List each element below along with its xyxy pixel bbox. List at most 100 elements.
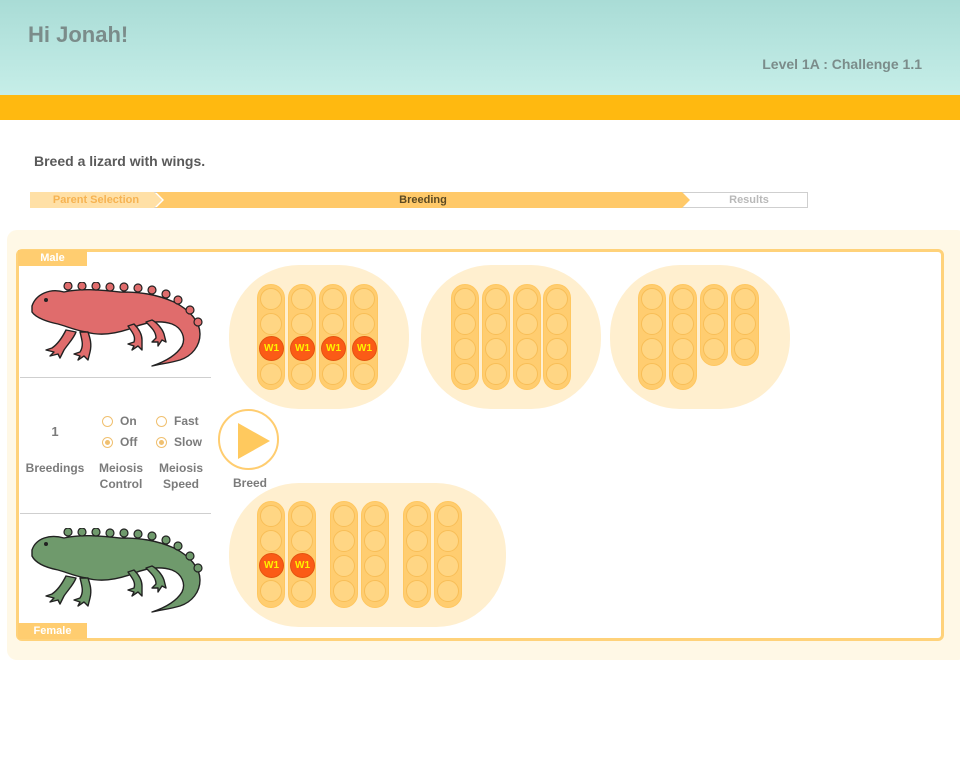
chromosome[interactable]	[513, 284, 541, 390]
chromosome[interactable]	[731, 284, 759, 366]
chromosome[interactable]	[482, 284, 510, 390]
divider-top	[20, 377, 211, 378]
allele-w1[interactable]: W1	[259, 336, 284, 361]
gene-slot	[364, 530, 386, 552]
allele-w1[interactable]: W1	[290, 336, 315, 361]
chromosome[interactable]: W1	[257, 501, 285, 608]
challenge-instruction: Breed a lizard with wings.	[34, 153, 206, 169]
female-tag: Female	[18, 623, 87, 639]
gene-slot	[641, 288, 663, 310]
gene-slot	[353, 288, 375, 310]
gene-slot	[322, 363, 344, 385]
gene-slot	[516, 288, 538, 310]
gene-slot	[485, 338, 507, 360]
breedings-label: Breedings	[25, 461, 85, 475]
meiosis-speed-fast-radio[interactable]	[156, 416, 167, 427]
gene-slot	[454, 288, 476, 310]
gene-slot	[703, 288, 725, 310]
gene-slot	[333, 530, 355, 552]
gene-slot	[734, 338, 756, 360]
gene-slot	[260, 363, 282, 385]
gene-slot	[485, 313, 507, 335]
gene-slot	[454, 313, 476, 335]
gene-slot	[333, 580, 355, 602]
gene-slot	[260, 580, 282, 602]
gene-slot	[734, 288, 756, 310]
meiosis-speed-label-line1: Meiosis	[158, 461, 203, 475]
meiosis-control-label-line1: Meiosis	[98, 461, 143, 475]
gene-slot	[406, 530, 428, 552]
chromosome[interactable]: W1	[350, 284, 378, 390]
meiosis-control-on-label[interactable]: On	[120, 414, 137, 428]
meiosis-speed-label-line2: Speed	[162, 477, 199, 491]
gene-slot	[406, 505, 428, 527]
chromosome[interactable]	[330, 501, 358, 608]
chromosome[interactable]	[403, 501, 431, 608]
gene-slot	[454, 363, 476, 385]
gene-slot	[406, 555, 428, 577]
chromosome[interactable]	[361, 501, 389, 608]
gene-slot	[641, 313, 663, 335]
male-chromosome-pair-3	[610, 265, 790, 409]
female-chromosome-cell: W1 W1	[229, 483, 506, 627]
gene-slot	[454, 338, 476, 360]
gene-slot	[322, 313, 344, 335]
allele-w1[interactable]: W1	[259, 553, 284, 578]
gene-slot	[437, 530, 459, 552]
header-bar: Hi Jonah! Level 1A : Challenge 1.1	[0, 0, 960, 95]
gene-slot	[333, 505, 355, 527]
breed-button[interactable]	[218, 409, 279, 470]
meiosis-speed-slow-radio[interactable]	[156, 437, 167, 448]
gene-slot	[485, 288, 507, 310]
greeting-text: Hi Jonah!	[28, 22, 129, 47]
chromosome[interactable]	[451, 284, 479, 390]
step-parent-selection[interactable]: Parent Selection	[30, 192, 162, 208]
gene-slot	[516, 338, 538, 360]
meiosis-control-off-radio[interactable]	[102, 437, 113, 448]
gene-slot	[703, 313, 725, 335]
female-lizard-image[interactable]	[28, 528, 206, 616]
allele-w1[interactable]: W1	[290, 553, 315, 578]
chromosome[interactable]: W1	[288, 501, 316, 608]
gene-slot	[672, 313, 694, 335]
male-lizard-image[interactable]	[28, 282, 206, 370]
allele-w1[interactable]: W1	[352, 336, 377, 361]
gene-slot	[291, 363, 313, 385]
gene-slot	[672, 363, 694, 385]
gene-slot	[291, 313, 313, 335]
progress-steps: Breeding Parent Selection Results	[30, 192, 808, 208]
gene-slot	[703, 338, 725, 360]
step-breeding: Breeding	[156, 192, 690, 208]
male-chromosome-pair-1: W1 W1 W1 W1	[229, 265, 409, 409]
chromosome[interactable]	[434, 501, 462, 608]
chromosome[interactable]	[638, 284, 666, 390]
chromosome[interactable]	[543, 284, 571, 390]
gene-slot	[437, 555, 459, 577]
allele-w1[interactable]: W1	[321, 336, 346, 361]
gene-slot	[353, 363, 375, 385]
gene-slot	[437, 505, 459, 527]
chromosome[interactable]	[669, 284, 697, 390]
meiosis-control-off-label[interactable]: Off	[120, 435, 137, 449]
chromosome[interactable]	[700, 284, 728, 366]
play-icon	[238, 423, 270, 459]
step-results: Results	[729, 194, 769, 206]
chromosome[interactable]: W1	[288, 284, 316, 390]
meiosis-speed-label: Meiosis Speed	[152, 460, 210, 492]
gene-slot	[291, 580, 313, 602]
gene-slot	[364, 505, 386, 527]
gene-slot	[516, 363, 538, 385]
gene-slot	[546, 313, 568, 335]
gene-slot	[364, 555, 386, 577]
gene-slot	[291, 505, 313, 527]
gene-slot	[672, 288, 694, 310]
meiosis-speed-slow-label[interactable]: Slow	[174, 435, 202, 449]
gene-slot	[516, 313, 538, 335]
gene-slot	[353, 313, 375, 335]
chromosome[interactable]: W1	[319, 284, 347, 390]
meiosis-control-on-radio[interactable]	[102, 416, 113, 427]
meiosis-speed-fast-label[interactable]: Fast	[174, 414, 199, 428]
meiosis-control-label-line2: Control	[99, 477, 143, 491]
chromosome[interactable]: W1	[257, 284, 285, 390]
gene-slot	[546, 338, 568, 360]
